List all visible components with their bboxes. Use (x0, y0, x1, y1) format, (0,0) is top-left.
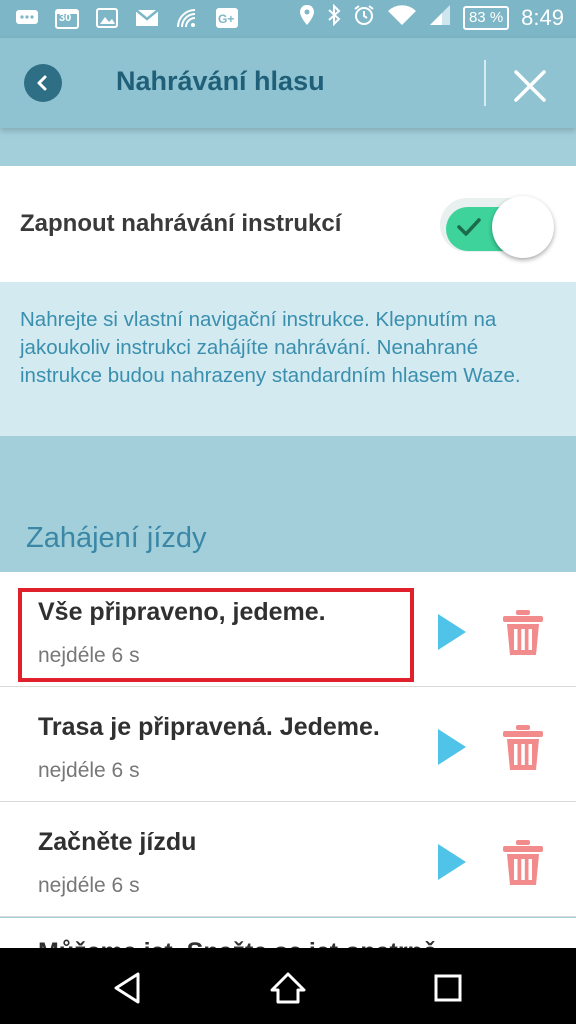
delete-button[interactable] (500, 723, 546, 773)
play-icon (438, 844, 466, 880)
bluetooth-icon (327, 3, 341, 31)
list-item[interactable]: Začněte jízdu nejdéle 6 s (0, 802, 576, 917)
gmail-icon (134, 6, 160, 30)
nav-back-button[interactable] (108, 968, 148, 1008)
page-title: Nahrávání hlasu (116, 66, 325, 96)
play-button[interactable] (434, 612, 468, 652)
play-button[interactable] (434, 727, 468, 767)
chat-icon (14, 6, 40, 30)
cell-signal-icon (429, 4, 451, 31)
nav-recents-button[interactable] (428, 968, 468, 1008)
home-icon (270, 972, 306, 1004)
trash-icon (503, 610, 543, 655)
trash-icon (503, 725, 543, 770)
nav-home-button[interactable] (268, 968, 308, 1008)
signal-waves-icon (174, 6, 200, 30)
item-duration: nejdéle 6 s (38, 759, 140, 782)
item-duration: nejdéle 6 s (38, 874, 140, 897)
status-bar: 30 G+ 83 % 8:49 (0, 0, 576, 38)
calendar-icon: 30 (54, 6, 80, 30)
close-button[interactable] (510, 66, 550, 106)
image-icon (94, 6, 120, 30)
title-divider (484, 60, 486, 106)
recents-square-icon (434, 974, 462, 1002)
info-text: Nahrejte si vlastní navigační instrukce.… (20, 308, 521, 387)
back-triangle-icon (114, 972, 140, 1004)
back-button[interactable] (24, 64, 62, 102)
toggle-knob (492, 196, 554, 258)
item-title: Můžeme jet. Snažte se jet opatrně. (38, 938, 444, 948)
wifi-icon (387, 4, 417, 31)
record-instructions-setting: Zapnout nahrávání instrukcí (0, 166, 576, 282)
check-icon (457, 218, 481, 236)
alarm-icon (353, 4, 375, 31)
highlight-box (18, 588, 414, 682)
item-title: Začněte jízdu (38, 828, 197, 856)
delete-button[interactable] (500, 608, 546, 658)
battery-indicator: 83 % (462, 5, 510, 30)
calendar-day: 30 (59, 12, 72, 24)
location-icon (299, 4, 315, 31)
delete-button[interactable] (500, 838, 546, 888)
trash-icon (503, 840, 543, 885)
info-box: Nahrejte si vlastní navigační instrukce.… (0, 282, 576, 436)
clock: 8:49 (521, 4, 564, 30)
section-title: Zahájení jízdy (26, 522, 207, 554)
app-bar: Nahrávání hlasu (0, 38, 576, 128)
list-item[interactable]: Trasa je připravená. Jedeme. nejdéle 6 s (0, 687, 576, 802)
system-nav-bar (0, 948, 576, 1024)
close-icon (514, 70, 546, 102)
list-item-partial[interactable]: Můžeme jet. Snažte se jet opatrně. (0, 918, 576, 948)
google-plus-icon: G+ (214, 6, 240, 30)
play-icon (438, 614, 466, 650)
play-button[interactable] (434, 842, 468, 882)
item-title: Trasa je připravená. Jedeme. (38, 713, 380, 741)
record-instructions-toggle[interactable] (440, 194, 556, 258)
chevron-left-icon (37, 75, 47, 91)
toggle-label: Zapnout nahrávání instrukcí (20, 210, 342, 237)
play-icon (438, 729, 466, 765)
svg-text:G+: G+ (218, 12, 234, 26)
